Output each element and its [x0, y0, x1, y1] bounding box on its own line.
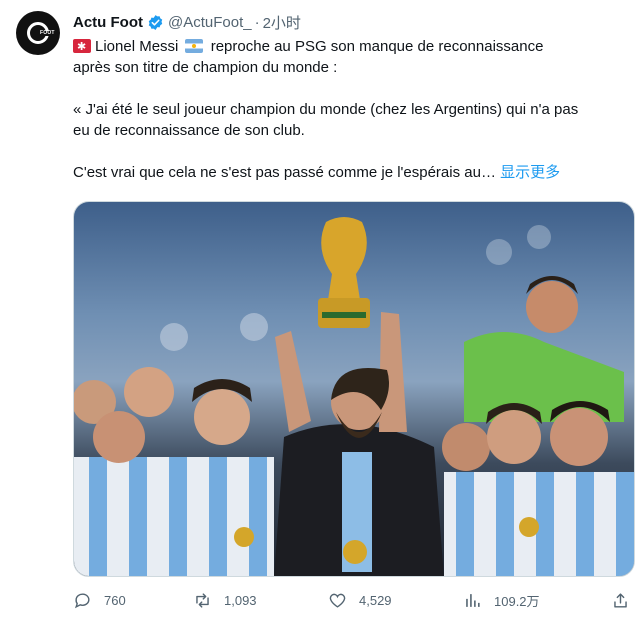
views-chart-icon — [466, 593, 480, 607]
header-separator: · — [254, 13, 260, 31]
views-action[interactable]: 109.2万 — [463, 588, 540, 612]
reply-action[interactable]: 760 — [73, 588, 126, 612]
tweet-line-2: après son titre de champion du monde : — [73, 59, 338, 76]
tweet-actions: 760 1,093 4,529 109.2万 — [73, 588, 635, 612]
tweet-header: Actu Foot @ActuFoot_ · 2小时 — [73, 12, 301, 32]
like-action[interactable]: 4,529 — [328, 588, 392, 612]
siren-emoji-icon — [73, 39, 91, 53]
reply-count: 760 — [104, 592, 126, 608]
tweet-quote-3: C'est vrai que cela ne s'est pas passé c… — [73, 162, 623, 183]
tweet-line-1-rest: reproche au PSG son manque de reconnaiss… — [210, 38, 544, 55]
retweet-count: 1,093 — [224, 592, 257, 608]
author-avatar[interactable]: FOOT — [16, 11, 60, 55]
avatar-logo-text: FOOT — [40, 30, 55, 36]
tweet-quote-3-text: C'est vrai que cela ne s'est pas passé c… — [73, 164, 496, 181]
show-more-link[interactable]: 显示更多 — [500, 164, 560, 181]
verified-badge-icon — [148, 14, 163, 30]
tweet-timestamp[interactable]: 2小时 — [263, 12, 301, 33]
like-count: 4,529 — [359, 592, 392, 608]
author-handle[interactable]: @ActuFoot_ — [168, 14, 252, 31]
retweet-icon — [196, 592, 209, 608]
view-count: 109.2万 — [494, 593, 540, 609]
tweet-text: Lionel Messi reproche au PSG son manque … — [73, 36, 623, 183]
reply-icon — [74, 592, 90, 608]
tweet-photo[interactable] — [73, 201, 635, 577]
celebration-photo-illustration — [74, 217, 634, 576]
tweet-quote-1: « J'ai été le seul joueur champion du mo… — [73, 101, 579, 118]
tweet-line-1: Lionel Messi reproche au PSG son manque … — [73, 36, 623, 57]
argentina-flag-icon — [184, 39, 203, 53]
retweet-action[interactable]: 1,093 — [193, 588, 257, 612]
author-name[interactable]: Actu Foot — [73, 14, 143, 31]
share-action[interactable] — [611, 588, 630, 612]
tweet-quote-2: eu de reconnaissance de son club. — [73, 122, 305, 139]
tweet-line-1-name: Lionel Messi — [95, 38, 179, 55]
heart-icon — [329, 593, 346, 608]
share-icon — [614, 592, 627, 608]
